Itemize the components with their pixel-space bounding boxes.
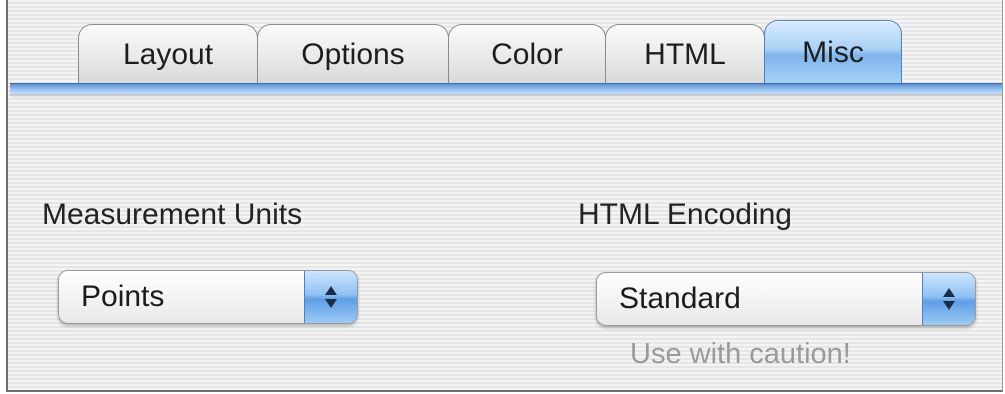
html-encoding-label: HTML Encoding	[578, 198, 792, 231]
tab-label: HTML	[644, 37, 726, 71]
measurement-units-label: Measurement Units	[42, 198, 303, 231]
arrow-up-icon	[943, 288, 955, 297]
tab-divider	[10, 83, 1002, 94]
tab-label: Layout	[122, 37, 214, 71]
tab-misc[interactable]: Misc	[764, 20, 902, 84]
tab-bar: Layout Options Color HTML Misc	[78, 20, 902, 84]
arrow-up-icon	[325, 286, 337, 295]
html-encoding-value: Standard	[619, 282, 741, 315]
tab-label: Color	[491, 37, 563, 71]
preferences-panel: Layout Options Color HTML Misc Measureme…	[6, 0, 1003, 392]
tab-divider-shadow	[10, 94, 1002, 98]
caution-note: Use with caution!	[630, 338, 851, 370]
arrow-down-icon	[325, 299, 337, 308]
up-down-arrows-icon	[922, 273, 975, 325]
up-down-arrows-icon	[304, 271, 357, 323]
tab-html[interactable]: HTML	[605, 24, 765, 84]
html-encoding-popup[interactable]: Standard	[596, 272, 976, 326]
arrow-down-icon	[943, 301, 955, 310]
tab-label: Misc	[802, 35, 864, 69]
tab-color[interactable]: Color	[448, 24, 606, 84]
measurement-units-popup[interactable]: Points	[58, 270, 358, 324]
tab-layout[interactable]: Layout	[78, 24, 258, 84]
tab-options[interactable]: Options	[257, 24, 449, 84]
tab-label: Options	[301, 37, 405, 71]
measurement-units-value: Points	[81, 280, 165, 313]
